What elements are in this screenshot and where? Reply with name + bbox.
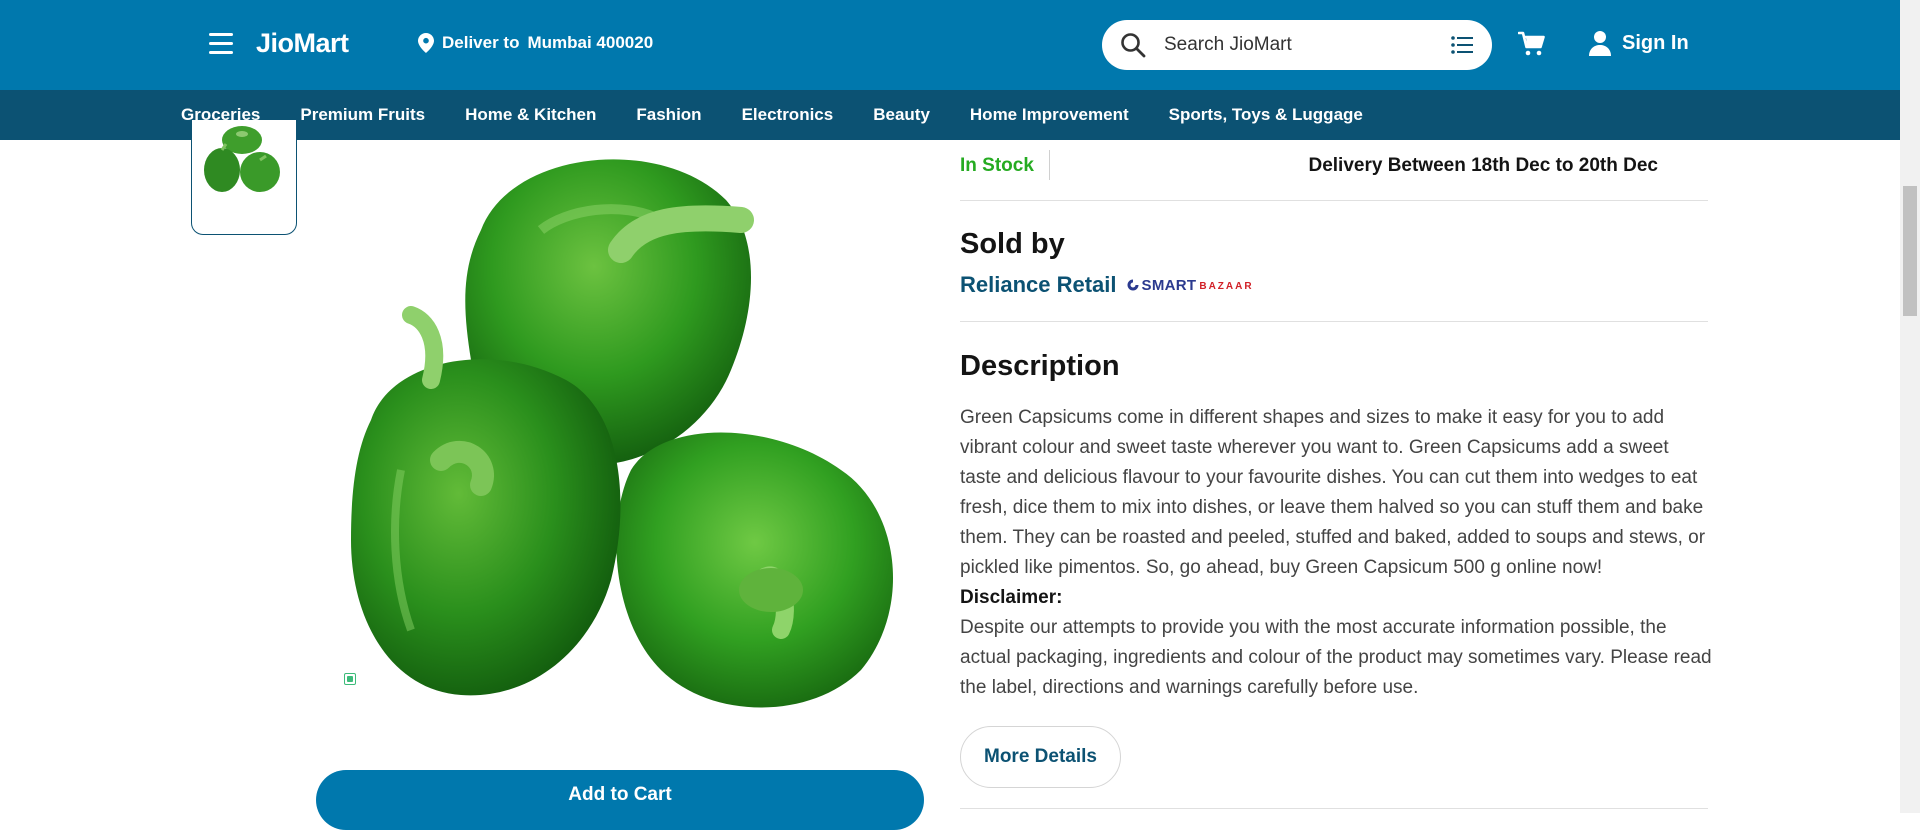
category-home-improvement[interactable]: Home Improvement [970, 105, 1129, 125]
list-icon[interactable] [1450, 33, 1474, 57]
search-bar [1102, 20, 1492, 70]
deliver-location-selector[interactable]: Deliver to Mumbai 400020 [418, 33, 653, 53]
location-pin-icon [418, 33, 434, 53]
add-to-cart-button[interactable]: Add to Cart [316, 770, 924, 830]
smart-bazaar-logo: SMART BAZAAR [1127, 277, 1254, 294]
jiomart-logo[interactable]: JioMart [256, 28, 349, 59]
menu-icon[interactable] [209, 33, 233, 55]
stock-divider [1049, 150, 1050, 180]
section-divider [960, 321, 1708, 322]
user-icon [1589, 31, 1611, 56]
category-sports-toys-luggage[interactable]: Sports, Toys & Luggage [1169, 105, 1363, 125]
stock-status: In Stock [960, 155, 1034, 176]
deliver-location: Mumbai 400020 [527, 33, 654, 52]
delivery-estimate: Delivery Between 18th Dec to 20th Dec [1308, 155, 1658, 176]
seller-name-link[interactable]: Reliance Retail [960, 272, 1117, 298]
green-capsicum-image [351, 159, 894, 708]
section-divider [960, 200, 1708, 201]
description-heading: Description [960, 350, 1120, 382]
smart-logo-text: SMART [1141, 276, 1197, 294]
disclaimer-heading: Disclaimer: [960, 587, 1063, 608]
sign-in-label: Sign In [1622, 31, 1689, 54]
reliance-logo-icon [1127, 279, 1139, 291]
disclaimer-text: Despite our attempts to provide you with… [960, 617, 1712, 698]
deliver-label: Deliver to [442, 33, 520, 52]
category-electronics[interactable]: Electronics [742, 105, 834, 125]
search-icon[interactable] [1120, 32, 1146, 58]
category-beauty[interactable]: Beauty [873, 105, 930, 125]
description-body: Green Capsicums come in different shapes… [960, 403, 1715, 715]
seller-row: Reliance Retail SMART BAZAAR [960, 272, 1254, 298]
product-thumbnail[interactable] [191, 120, 297, 235]
category-premium-fruits[interactable]: Premium Fruits [300, 105, 425, 125]
top-header: JioMart Deliver to Mumbai 400020 Sign In [0, 0, 1900, 90]
more-details-button[interactable]: More Details [960, 726, 1121, 788]
scrollbar-thumb[interactable] [1903, 186, 1917, 316]
description-text: Green Capsicums come in different shapes… [960, 407, 1706, 578]
bazaar-logo-text: BAZAAR [1199, 281, 1254, 292]
cart-icon[interactable] [1518, 31, 1546, 57]
veg-icon [344, 673, 356, 685]
page-scrollbar[interactable] [1900, 0, 1920, 813]
section-divider [960, 808, 1708, 809]
sold-by-heading: Sold by [960, 228, 1065, 260]
stock-delivery-row: In Stock Delivery Between 18th Dec to 20… [960, 150, 1708, 200]
capsicum-thumbnail-image [204, 126, 280, 192]
category-home-kitchen[interactable]: Home & Kitchen [465, 105, 596, 125]
sign-in-button[interactable]: Sign In [1588, 30, 1689, 56]
search-input[interactable] [1162, 33, 1450, 57]
product-main-image[interactable] [331, 140, 924, 750]
category-fashion[interactable]: Fashion [636, 105, 701, 125]
